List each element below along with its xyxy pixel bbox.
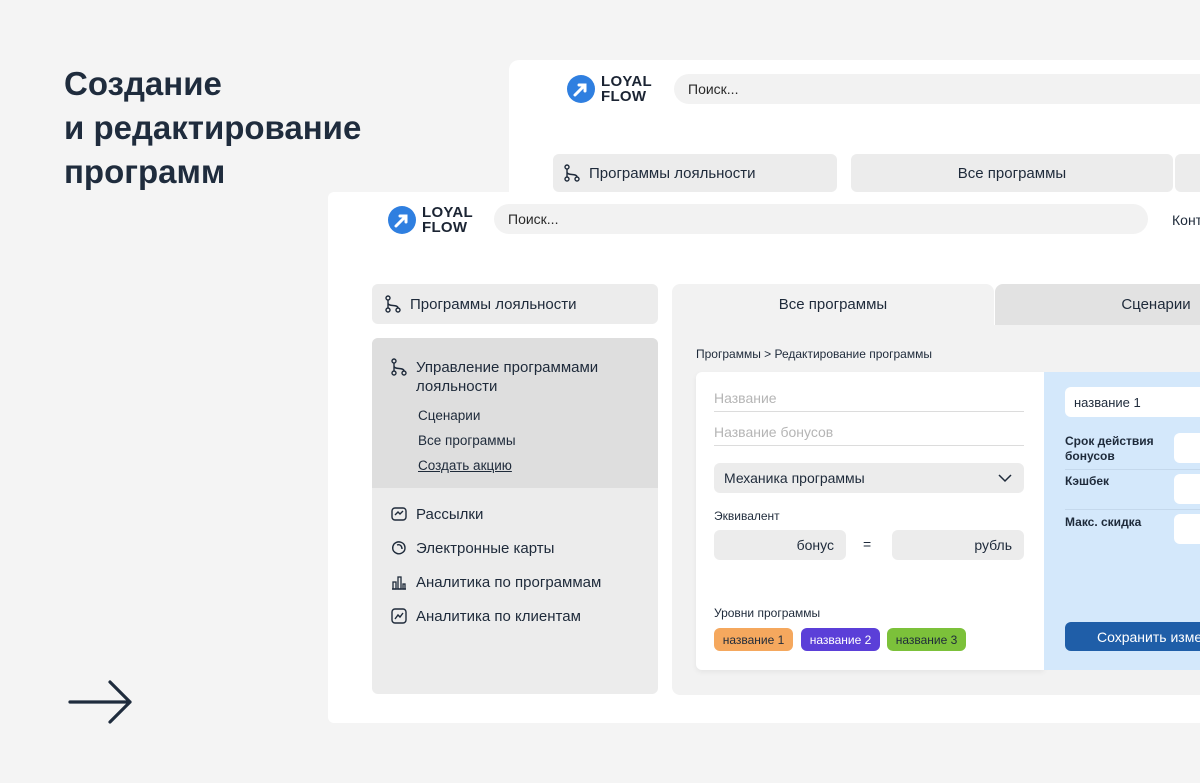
level-name-input[interactable]: название 1 [1065, 387, 1200, 417]
page-headline: Создание и редактирование программ [64, 62, 361, 194]
program-form: Название Название бонусов Механика прогр… [696, 372, 1044, 670]
bonus-name-field[interactable]: Название бонусов [714, 424, 1024, 446]
sidebar-item-program-analytics[interactable]: Аналитика по программам [372, 565, 658, 599]
branch-icon [563, 164, 581, 182]
tab-all-programs[interactable]: Все программы [672, 284, 994, 325]
sidebar-head-label: Программы лояльности [410, 295, 577, 313]
equivalent-bonus-field[interactable]: бонус [714, 530, 846, 560]
sidebar-group-management: Управление программами лояльности Сценар… [372, 338, 658, 488]
sidebar-sub-create-promo[interactable]: Создать акцию [390, 458, 640, 474]
back-nav-loyalty-label: Программы лояльности [589, 164, 756, 182]
mechanics-select[interactable]: Механика программы [714, 463, 1024, 493]
level-settings-panel: название 1 Срок действия бонусов Кэшбек … [1044, 372, 1200, 670]
level-chip-2[interactable]: название 2 [801, 628, 880, 651]
bonus-validity-label: Срок действия бонусов [1065, 434, 1154, 463]
sidebar-group-title-label: Управление программами лояльности [416, 359, 599, 395]
equivalent-ruble-field[interactable]: рубль [892, 530, 1024, 560]
sidebar-item-label: Аналитика по клиентам [416, 607, 581, 625]
max-discount-label: Макс. скидка [1065, 515, 1142, 529]
back-tab-next[interactable] [1175, 154, 1200, 192]
name-field[interactable]: Название [714, 390, 1024, 412]
back-tab-all[interactable]: Все программы [851, 154, 1173, 192]
cashback-label: Кэшбек [1065, 474, 1110, 488]
equivalent-label: Эквивалент [714, 509, 780, 523]
branch-icon [390, 358, 408, 376]
breadcrumb: Программы > Редактирование программы [696, 347, 932, 361]
main-window: LOYAL FLOW Поиск... Конт Программы лояль… [328, 192, 1200, 723]
mail-chart-icon [390, 505, 408, 523]
branch-icon [384, 295, 402, 313]
back-nav-loyalty[interactable]: Программы лояльности [553, 154, 837, 192]
card-icon [390, 539, 408, 557]
bar-chart-icon [390, 573, 408, 591]
divider [1065, 509, 1200, 510]
divider [1065, 469, 1200, 470]
trend-icon [390, 607, 408, 625]
headline-line-2: и редактирование [64, 109, 362, 146]
sidebar-item-label: Рассылки [416, 505, 484, 523]
sidebar-item-label: Аналитика по программам [416, 573, 602, 591]
levels-label: Уровни программы [714, 606, 821, 620]
arrow-right-icon[interactable] [68, 678, 134, 726]
search-input[interactable]: Поиск... [494, 204, 1148, 234]
background-window: LOYAL FLOW Поиск... Программы лояльности… [509, 60, 1200, 200]
cashback-input[interactable] [1174, 474, 1200, 504]
level-chip-1[interactable]: название 1 [714, 628, 793, 651]
content-area: Программы > Редактирование программы Наз… [672, 325, 1200, 695]
sidebar-group-title[interactable]: Управление программами лояльности [390, 358, 640, 396]
chevron-down-icon [996, 469, 1014, 487]
headline-line-1: Создание [64, 65, 222, 102]
sidebar-item-label: Электронные карты [416, 539, 555, 557]
logo[interactable]: LOYAL FLOW [388, 205, 473, 235]
sidebar-item-client-analytics[interactable]: Аналитика по клиентам [372, 599, 658, 633]
back-search-input[interactable]: Поиск... [674, 74, 1200, 104]
logo-text: LOYAL FLOW [601, 73, 652, 105]
tab-scenarios[interactable]: Сценарии [995, 284, 1200, 325]
max-discount-input[interactable] [1174, 514, 1200, 544]
contacts-link[interactable]: Конт [1172, 212, 1200, 228]
sidebar-item-mailings[interactable]: Рассылки [372, 497, 658, 531]
sidebar: Управление программами лояльности Сценар… [372, 338, 658, 694]
sidebar-sub-scenarios[interactable]: Сценарии [390, 408, 640, 424]
save-changes-button[interactable]: Сохранить изме [1065, 622, 1200, 651]
level-chip-3[interactable]: название 3 [887, 628, 966, 651]
sidebar-item-cards[interactable]: Электронные карты [372, 531, 658, 565]
headline-line-3: программ [64, 153, 226, 190]
logo-text: LOYAL FLOW [422, 204, 473, 236]
sidebar-sub-all-programs[interactable]: Все программы [390, 433, 640, 449]
bonus-validity-input[interactable] [1174, 433, 1200, 463]
mechanics-select-value: Механика программы [724, 470, 865, 486]
equals-sign: = [863, 536, 872, 552]
logo[interactable]: LOYAL FLOW [567, 74, 652, 104]
logo-mark-icon [567, 75, 595, 103]
sidebar-head-loyalty[interactable]: Программы лояльности [372, 284, 658, 324]
logo-mark-icon [388, 206, 416, 234]
